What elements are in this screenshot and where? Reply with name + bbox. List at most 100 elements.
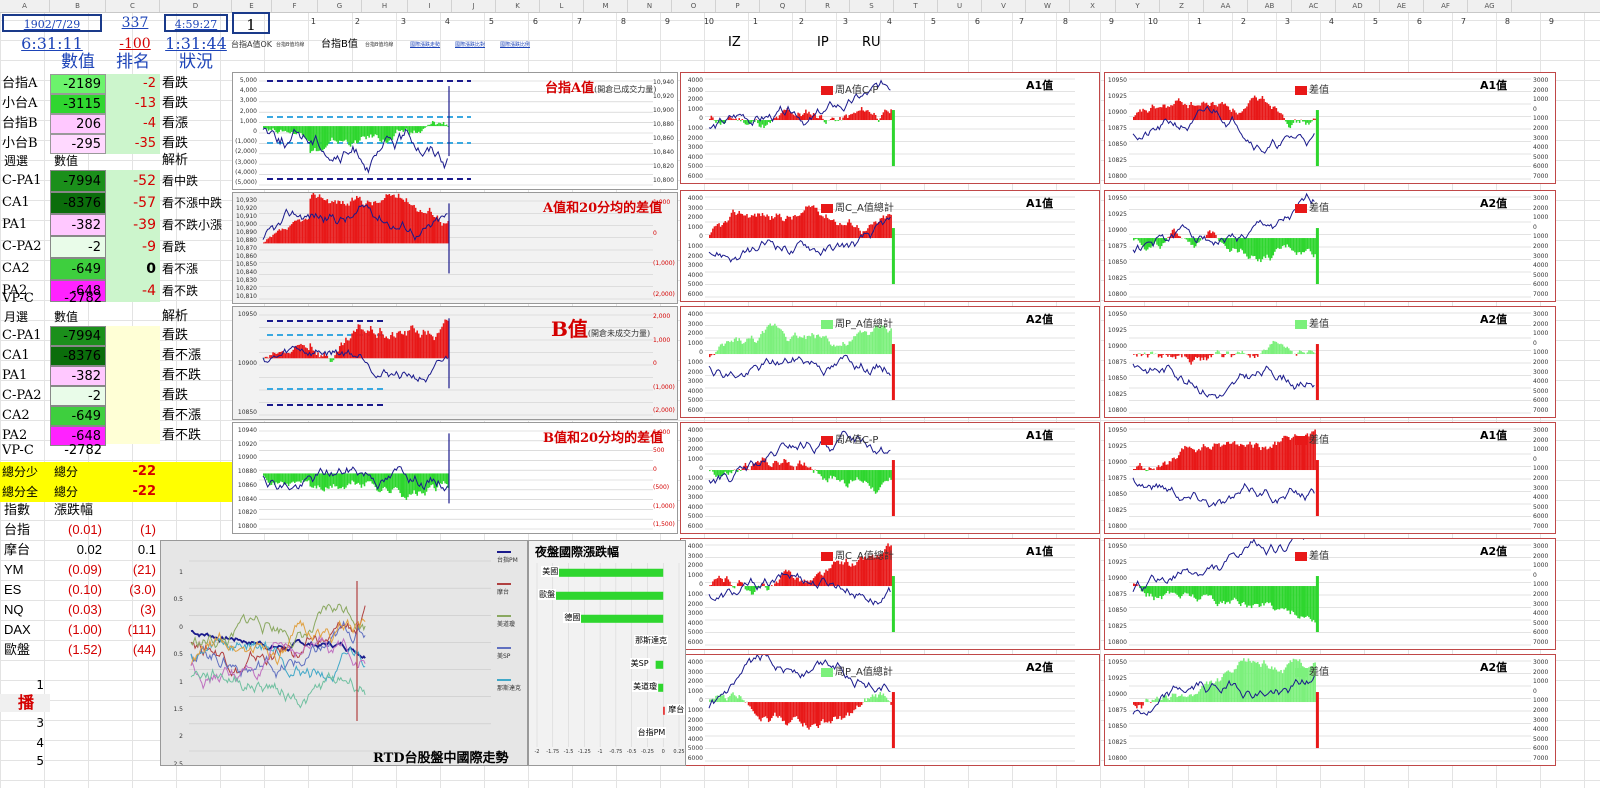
column-header-AC[interactable]: AC xyxy=(1292,0,1336,12)
sheet-link-tiny4[interactable]: 國際漲跌比對 xyxy=(455,38,499,52)
column-header-C[interactable]: C xyxy=(106,0,160,12)
column-header-Y[interactable]: Y xyxy=(1116,0,1160,12)
weekly-row-value[interactable]: -7994 xyxy=(50,170,106,192)
grid-chart-3[interactable]: 10950 10925 10900 10875 10850 10825 10800 3000 2… xyxy=(1104,190,1556,302)
sheet-link-tiny5[interactable]: 國際漲跌比例 xyxy=(500,38,544,52)
column-header-Z[interactable]: Z xyxy=(1160,0,1204,12)
column-header-M[interactable]: M xyxy=(584,0,628,12)
sheet-link-a[interactable]: 台指A值OK xyxy=(231,38,275,52)
legend-swatch xyxy=(821,203,833,213)
column-header-X[interactable]: X xyxy=(1070,0,1116,12)
chart-panel-1[interactable]: 5,000 4,000 3,000 2,000 1,000 0 (1,000) (2,000)… xyxy=(232,72,678,190)
grid-chart-10[interactable]: 4000 3000 2000 1000 0 1000 2000 3000 4000 5000 600… xyxy=(680,654,1100,766)
grid-chart-0[interactable]: 4000 3000 2000 1000 0 1000 2000 3000 4000 5000 600… xyxy=(680,72,1100,184)
area-bar xyxy=(281,228,284,244)
weekly-row-value[interactable]: -8376 xyxy=(50,192,106,214)
area-bar xyxy=(713,120,716,121)
grid-chart-4[interactable]: 4000 3000 2000 1000 0 1000 2000 3000 4000 5000 600… xyxy=(680,306,1100,418)
column-header-K[interactable]: K xyxy=(496,0,540,12)
monthly-row-value[interactable]: -649 xyxy=(50,406,106,426)
grid-chart-7[interactable]: 10950 10925 10900 10875 10850 10825 10800 3000 2… xyxy=(1104,422,1556,534)
column-header-P[interactable]: P xyxy=(716,0,760,12)
column-header-J[interactable]: J xyxy=(452,0,496,12)
chart-panel-2[interactable]: 10,930 10,920 10,910 10,900 10,890 10,880 10,8… xyxy=(232,192,678,304)
chart-panel-3[interactable]: 10950 10900 10850 2,000 1,000 0 (1,000) (2,000)… xyxy=(232,306,678,420)
column-header-D[interactable]: D xyxy=(160,0,232,12)
column-header-E[interactable]: E xyxy=(232,0,272,12)
area-bar xyxy=(1243,238,1245,254)
weekly-row-value[interactable]: -649 xyxy=(50,258,106,280)
axis-label-right: (2,000) xyxy=(653,407,675,414)
date-cell[interactable]: 1902/7/29 xyxy=(2,14,102,32)
column-header-T[interactable]: T xyxy=(894,0,938,12)
column-header-N[interactable]: N xyxy=(628,0,672,12)
grid-chart-9[interactable]: 10950 10925 10900 10875 10850 10825 10800 3000 2… xyxy=(1104,538,1556,650)
index-box[interactable]: 1 xyxy=(232,12,270,34)
column-header-AB[interactable]: AB xyxy=(1248,0,1292,12)
monthly-row-value[interactable]: -8376 xyxy=(50,346,106,366)
axis-label-right: (1,000) xyxy=(653,383,675,391)
column-header-I[interactable]: I xyxy=(408,0,452,12)
column-header-U[interactable]: U xyxy=(938,0,982,12)
column-header-AF[interactable]: AF xyxy=(1424,0,1468,12)
monthly-row-value[interactable]: -2 xyxy=(50,386,106,406)
column-header-R[interactable]: R xyxy=(806,0,850,12)
top-row-value[interactable]: -2189 xyxy=(50,74,106,94)
index-pct: (0.10) xyxy=(68,582,102,597)
sheet-link-tiny2[interactable]: 台指B值均線 xyxy=(365,38,409,52)
grid-chart-11[interactable]: 10950 10925 10900 10875 10850 10825 10800 3000 2… xyxy=(1104,654,1556,766)
grid-chart-5[interactable]: 10950 10925 10900 10875 10850 10825 10800 3000 2… xyxy=(1104,306,1556,418)
column-header-AG[interactable]: AG xyxy=(1468,0,1512,12)
area-bar xyxy=(1275,445,1278,471)
area-bar xyxy=(430,123,432,127)
area-bar xyxy=(1153,700,1155,703)
area-bar xyxy=(848,702,851,716)
area-bar xyxy=(1275,238,1278,250)
column-header-AD[interactable]: AD xyxy=(1336,0,1380,12)
area-bar xyxy=(404,473,406,498)
column-header-F[interactable]: F xyxy=(272,0,318,12)
sheet-link-tiny3[interactable]: 國際漲跌走勢 xyxy=(410,38,454,52)
axis-label-right: 4000 xyxy=(1533,494,1549,502)
column-header-Q[interactable]: Q xyxy=(760,0,806,12)
weekly-row-value[interactable]: -2 xyxy=(50,236,106,258)
grid-chart-1[interactable]: 10950 10925 10900 10875 10850 10825 10800 3000 2… xyxy=(1104,72,1556,184)
column-header-AA[interactable]: AA xyxy=(1204,0,1248,12)
column-header-B[interactable]: B xyxy=(50,0,106,12)
column-header-A[interactable]: A xyxy=(0,0,50,12)
column-header-V[interactable]: V xyxy=(982,0,1026,12)
area-bar xyxy=(881,695,883,703)
sheet-link-tiny1[interactable]: 台指B值均線 xyxy=(276,38,320,52)
night-session-bar-chart[interactable]: 夜盤國際漲跌幅 -2 -1.75 -1.5 -1.25 -1 -0.75 -0.5 -0.25 0… xyxy=(528,540,686,766)
international-trend-chart[interactable]: 1 0.5 0 0.5 1 1.5 2 2.5 台指PM 摩台 美道瓊 美SP 那斯達克 RTD台股盤中國… xyxy=(160,540,528,766)
grid-chart-6[interactable]: 4000 3000 2000 1000 0 1000 2000 3000 4000 5000 600… xyxy=(680,422,1100,534)
count-cell[interactable]: 337 xyxy=(110,14,160,32)
monthly-row-value[interactable]: -382 xyxy=(50,366,106,386)
column-header-G[interactable]: G xyxy=(318,0,362,12)
weekly-row-value[interactable]: -382 xyxy=(50,214,106,236)
grid-chart-8[interactable]: 4000 3000 2000 1000 0 1000 2000 3000 4000 5000 600… xyxy=(680,538,1100,650)
top-row-value[interactable]: 206 xyxy=(50,114,106,134)
broadcast-label[interactable]: 播 xyxy=(2,692,50,714)
column-header-L[interactable]: L xyxy=(540,0,584,12)
top-row-value[interactable]: -295 xyxy=(50,134,106,154)
area-bar xyxy=(1232,354,1234,356)
chart-panel-4[interactable]: 10940 10920 10900 10880 10860 10840 10820 10800… xyxy=(232,422,678,534)
column-header-S[interactable]: S xyxy=(850,0,894,12)
sheet-link-b[interactable]: 台指B值 xyxy=(321,38,365,52)
column-header-O[interactable]: O xyxy=(672,0,716,12)
column-header-W[interactable]: W xyxy=(1026,0,1070,12)
area-bar xyxy=(360,329,363,359)
monthly-row-value[interactable]: -7994 xyxy=(50,326,106,346)
area-bar xyxy=(1288,238,1290,247)
time-cell-1[interactable]: 4:59:27 xyxy=(164,14,228,32)
area-bar xyxy=(774,460,776,471)
top-row-value[interactable]: -3115 xyxy=(50,94,106,114)
column-header-H[interactable]: H xyxy=(362,0,408,12)
grid-chart-2[interactable]: 4000 3000 2000 1000 0 1000 2000 3000 4000 5000 600… xyxy=(680,190,1100,302)
axis-label-right: 3000 xyxy=(1533,543,1549,550)
area-bar xyxy=(289,225,291,244)
area-bar xyxy=(1274,667,1276,703)
column-header-AE[interactable]: AE xyxy=(1380,0,1424,12)
area-bar xyxy=(1305,586,1307,617)
